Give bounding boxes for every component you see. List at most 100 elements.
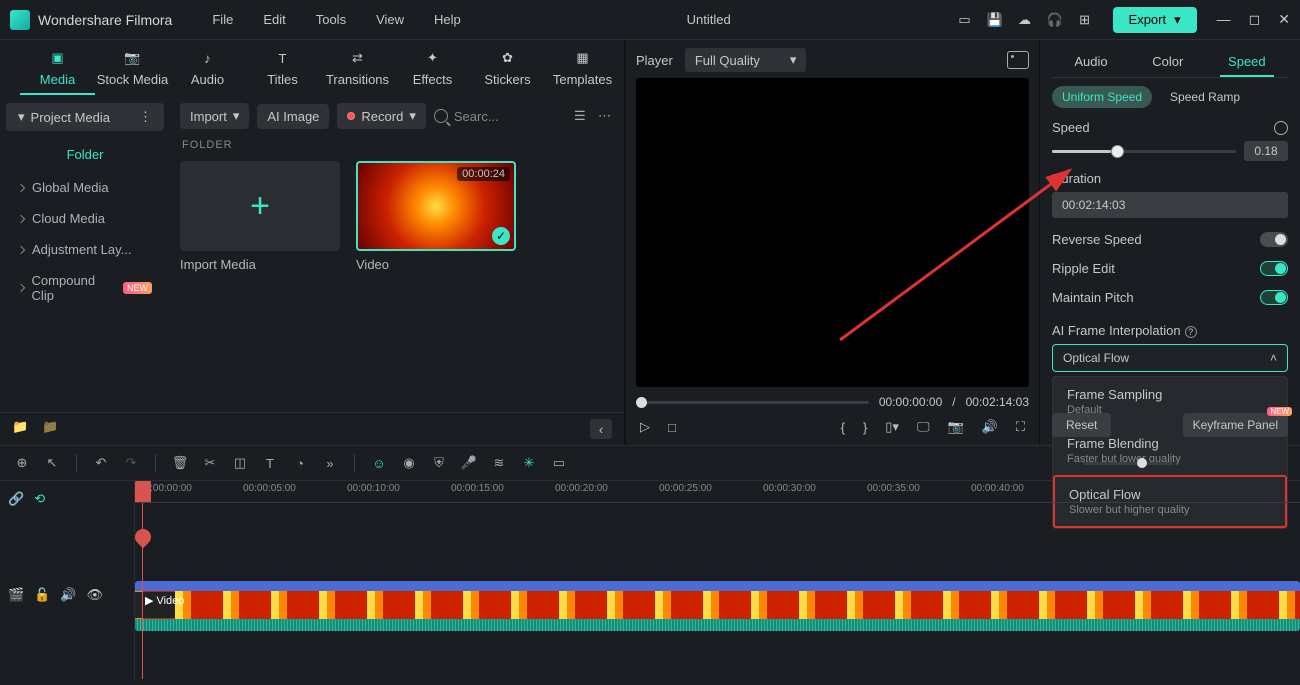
subtab-uniform-speed[interactable]: Uniform Speed <box>1052 86 1152 108</box>
more-tools-icon[interactable]: » <box>322 456 338 471</box>
zoom-slider[interactable] <box>1083 462 1173 465</box>
sidebar-item-compound-clip[interactable]: Compound ClipNEW <box>6 265 164 311</box>
seek-thumb[interactable] <box>636 397 647 408</box>
ai-face-icon[interactable]: ☺ <box>371 456 387 471</box>
tab-templates[interactable]: ▦Templates <box>545 48 620 95</box>
menu-edit[interactable]: Edit <box>263 12 285 27</box>
export-button[interactable]: Export ▾ <box>1113 7 1197 33</box>
headset-icon[interactable]: 🎧 <box>1047 12 1063 28</box>
chain-icon[interactable]: ⟲ <box>34 491 45 507</box>
tab-transitions[interactable]: ⇄Transitions <box>320 48 395 95</box>
tab-stickers[interactable]: ✿Stickers <box>470 48 545 95</box>
tab-media[interactable]: ▣Media <box>20 48 95 95</box>
speed-icon[interactable]: ◔ <box>292 456 308 471</box>
camera-icon[interactable]: 📷 <box>948 419 964 435</box>
filter-icon[interactable]: ☰ <box>574 108 590 124</box>
split-icon[interactable]: ✂ <box>202 455 218 471</box>
folder-active-label[interactable]: Folder <box>6 137 164 172</box>
volume-icon[interactable]: 🔊 <box>982 419 998 435</box>
color-icon[interactable]: ◉ <box>401 455 417 471</box>
mark-out-icon[interactable]: } <box>863 420 867 435</box>
menu-tools[interactable]: Tools <box>316 12 346 27</box>
ripple-edit-toggle[interactable] <box>1260 261 1288 276</box>
ai-image-button[interactable]: AI Image <box>257 104 329 129</box>
cloud-icon[interactable]: ☁ <box>1017 12 1033 28</box>
playhead-marker[interactable] <box>135 526 154 549</box>
tab-stock-media[interactable]: 📷Stock Media <box>95 48 170 95</box>
sidebar-project-media[interactable]: ▾Project Media ⋮ <box>6 103 164 131</box>
maintain-pitch-toggle[interactable] <box>1260 290 1288 305</box>
mute-icon[interactable]: 🔊 <box>60 587 76 603</box>
pointer-tool-icon[interactable]: ⊕ <box>14 455 30 471</box>
quality-dropdown[interactable]: Full Quality▾ <box>685 48 807 72</box>
prop-tab-audio[interactable]: Audio <box>1066 48 1115 77</box>
speed-slider-thumb[interactable] <box>1111 145 1124 158</box>
display-icon[interactable]: 🖵 <box>917 419 930 435</box>
marker-icon[interactable]: ▭ <box>551 455 567 471</box>
search-input[interactable]: Searc... <box>434 109 566 124</box>
duration-field[interactable]: 00:02:14:03 <box>1052 192 1288 218</box>
back-button[interactable]: ‹ <box>590 419 612 439</box>
dots-icon[interactable]: ⋮ <box>139 109 152 125</box>
magnetic-icon[interactable]: ✳ <box>521 455 537 471</box>
subtab-speed-ramp[interactable]: Speed Ramp <box>1160 86 1250 108</box>
select-tool-icon[interactable]: ↖ <box>44 455 60 471</box>
snapshot-icon[interactable] <box>1007 51 1029 69</box>
menu-file[interactable]: File <box>212 12 233 27</box>
menu-view[interactable]: View <box>376 12 404 27</box>
stop-icon[interactable]: □ <box>668 420 676 435</box>
fullscreen-icon[interactable]: ⛶ <box>1016 419 1025 435</box>
mic-icon[interactable]: 🎤 <box>461 455 477 471</box>
tab-titles[interactable]: TTitles <box>245 48 320 95</box>
visibility-icon[interactable]: 👁 <box>87 587 104 603</box>
timeline-ruler[interactable]: 00:00:00:00 00:00:05:00 00:00:10:00 00:0… <box>135 481 1300 503</box>
media-card-video[interactable]: 00:00:24 ✓ Video <box>356 161 516 272</box>
keyframe-panel-button[interactable]: Keyframe PanelNEW <box>1183 413 1288 437</box>
link-icon[interactable]: 🔗 <box>8 491 24 507</box>
help-icon[interactable]: ? <box>1185 326 1197 338</box>
minimize-button[interactable]: — <box>1217 11 1231 28</box>
tab-effects[interactable]: ✦Effects <box>395 48 470 95</box>
playhead-handle[interactable] <box>135 481 151 502</box>
menu-help[interactable]: Help <box>434 12 461 27</box>
more-icon[interactable]: ⋯ <box>598 108 614 124</box>
speed-slider[interactable] <box>1052 150 1236 153</box>
mark-in-icon[interactable]: { <box>841 420 845 435</box>
media-card-import[interactable]: + Import Media <box>180 161 340 272</box>
timeline-tracks[interactable]: 00:00:00:00 00:00:05:00 00:00:10:00 00:0… <box>135 481 1300 679</box>
audio-stretch-icon[interactable]: ≋ <box>491 455 507 471</box>
shield-icon[interactable]: ⛨ <box>431 455 447 471</box>
video-clip[interactable]: ▶Video <box>135 581 1300 631</box>
sidebar-item-cloud-media[interactable]: Cloud Media <box>6 203 164 234</box>
redo-icon[interactable]: ↷ <box>123 455 139 471</box>
delete-icon[interactable]: 🗑 <box>172 455 188 471</box>
maximize-button[interactable]: ◻ <box>1249 11 1261 28</box>
undo-icon[interactable]: ↶ <box>93 455 109 471</box>
lock-icon[interactable]: 🔓 <box>34 587 50 603</box>
sidebar-item-global-media[interactable]: Global Media <box>6 172 164 203</box>
text-icon[interactable]: T <box>262 456 278 471</box>
reset-speed-icon[interactable] <box>1274 121 1288 135</box>
save-icon[interactable]: 💾 <box>987 12 1003 28</box>
reset-button[interactable]: Reset <box>1052 413 1111 437</box>
apps-icon[interactable]: ⊞ <box>1077 12 1093 28</box>
tab-audio[interactable]: ♪Audio <box>170 48 245 95</box>
prop-tab-speed[interactable]: Speed <box>1220 48 1274 77</box>
aspect-icon[interactable]: ▯▾ <box>885 419 899 435</box>
crop-icon[interactable]: ◫ <box>232 455 248 471</box>
interpolation-select[interactable]: Optical Flow˄ <box>1052 344 1288 372</box>
preview-canvas[interactable] <box>636 78 1029 387</box>
device-icon[interactable]: ▭ <box>957 12 973 28</box>
folder-remove-icon[interactable]: 📁 <box>42 419 58 439</box>
seek-bar[interactable]: 00:00:00:00 / 00:02:14:03 <box>636 387 1029 417</box>
video-track-icon[interactable]: 🎬 <box>8 587 24 603</box>
play-icon[interactable]: ▷ <box>640 419 650 435</box>
speed-value[interactable]: 0.18 <box>1244 141 1288 161</box>
folder-add-icon[interactable]: 📁 <box>12 419 28 439</box>
reverse-speed-toggle[interactable] <box>1260 232 1288 247</box>
record-button[interactable]: Record▾ <box>337 103 425 129</box>
prop-tab-color[interactable]: Color <box>1144 48 1191 77</box>
close-button[interactable]: ✕ <box>1278 11 1290 28</box>
sidebar-item-adjustment-layer[interactable]: Adjustment Lay... <box>6 234 164 265</box>
import-button[interactable]: Import▾ <box>180 103 249 129</box>
